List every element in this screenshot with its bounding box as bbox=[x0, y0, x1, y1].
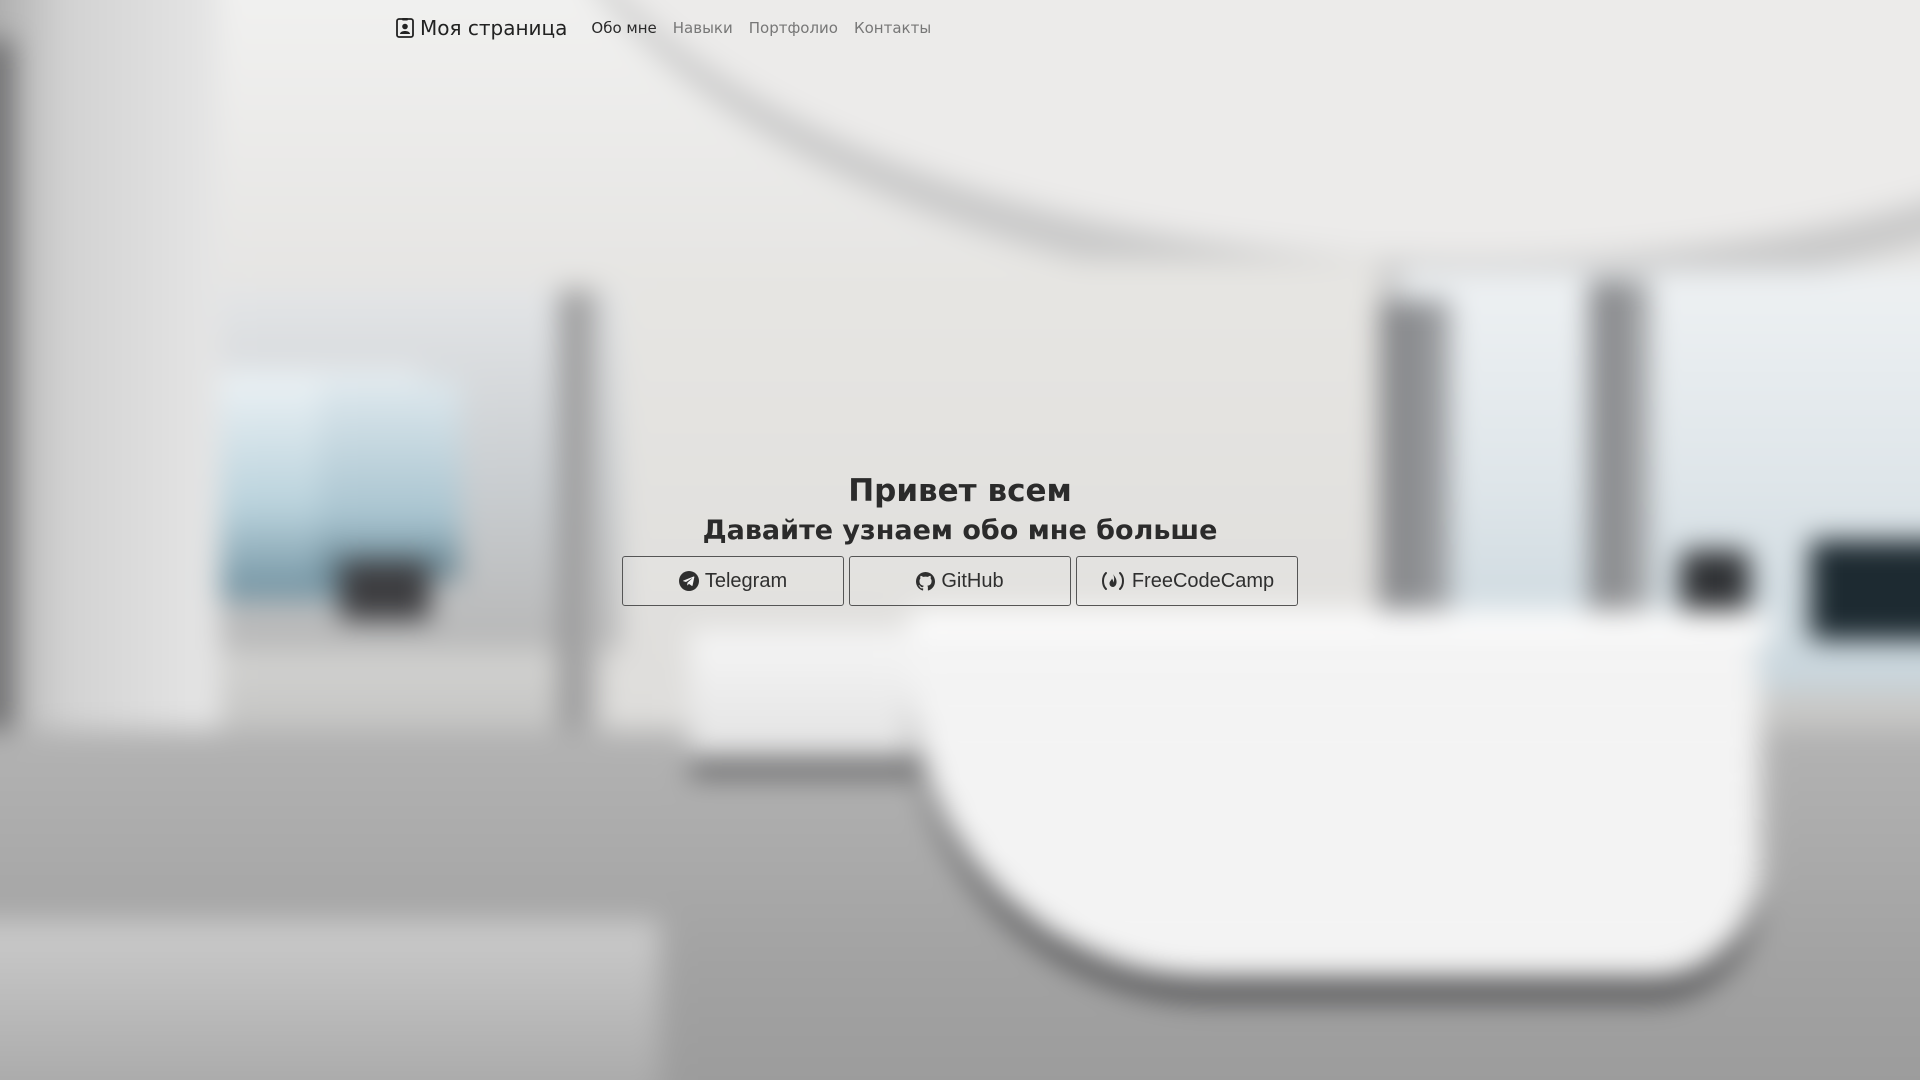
nav-link-skills[interactable]: Навыки bbox=[665, 11, 741, 45]
github-button[interactable]: GitHub bbox=[849, 556, 1071, 606]
nav-link-contacts[interactable]: Контакты bbox=[846, 11, 939, 45]
freecodecamp-button[interactable]: FreeCodeCamp bbox=[1076, 556, 1298, 606]
hero-title: Привет всем bbox=[848, 473, 1072, 509]
hero-section: Привет всем Давайте узнаем обо мне больш… bbox=[0, 470, 1920, 606]
telegram-label: Telegram bbox=[704, 569, 788, 592]
freecodecamp-label: FreeCodeCamp bbox=[1131, 569, 1275, 592]
person-badge-icon bbox=[396, 18, 414, 38]
nav-links: Обо мне Навыки Портфолио Контакты bbox=[583, 11, 939, 45]
social-buttons: Telegram GitHub FreeCodeCamp bbox=[0, 556, 1920, 606]
freecodecamp-icon bbox=[1100, 571, 1126, 591]
navbar: Моя страница Обо мне Навыки Портфолио Ко… bbox=[0, 0, 1920, 56]
brand-label: Моя страница bbox=[420, 16, 568, 40]
brand-link[interactable]: Моя страница bbox=[396, 16, 567, 40]
github-icon bbox=[916, 571, 936, 591]
nav-link-portfolio[interactable]: Портфолио bbox=[741, 11, 846, 45]
hero-subtitle: Давайте узнаем обо мне больше bbox=[702, 515, 1218, 546]
telegram-button[interactable]: Telegram bbox=[622, 556, 844, 606]
nav-link-about[interactable]: Обо мне bbox=[583, 11, 664, 45]
telegram-icon bbox=[678, 571, 699, 591]
github-label: GitHub bbox=[941, 569, 1004, 592]
